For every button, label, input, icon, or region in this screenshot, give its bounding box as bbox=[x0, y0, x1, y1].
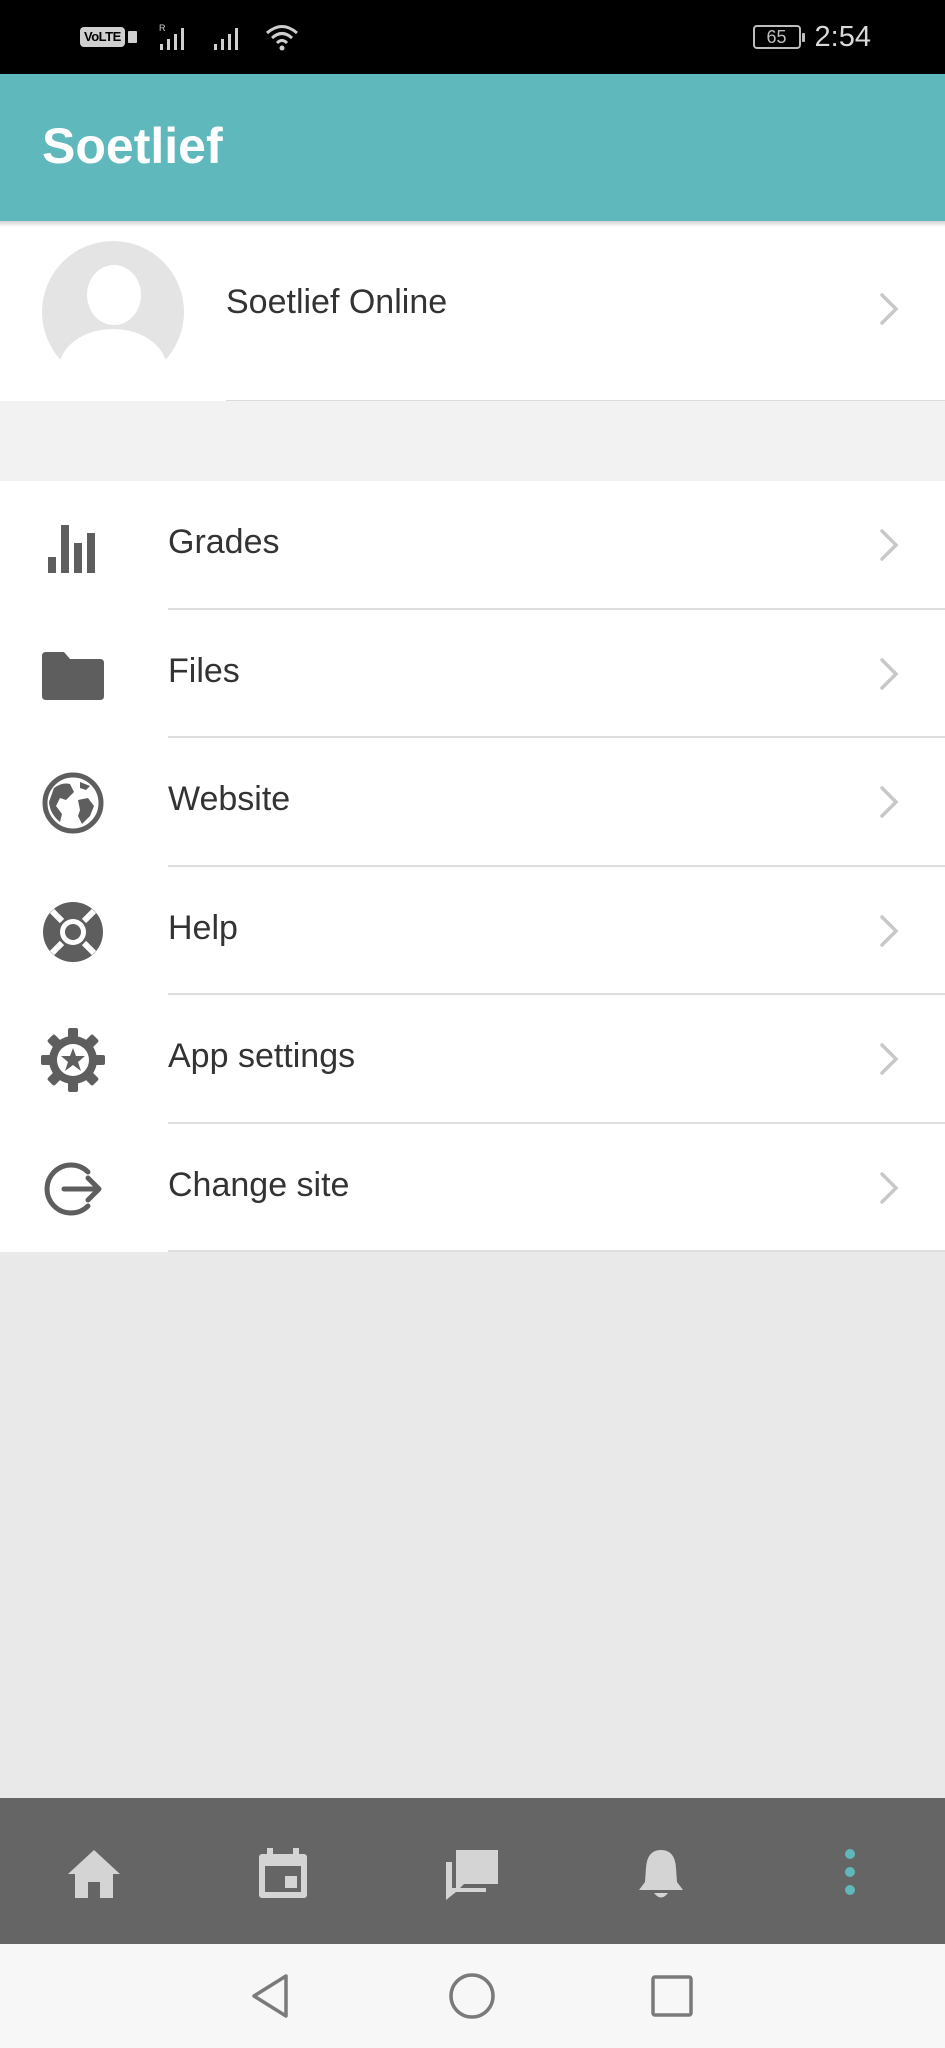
avatar-head bbox=[87, 265, 141, 325]
profile-name: Soetlief Online bbox=[226, 283, 448, 321]
section-spacer bbox=[0, 401, 945, 481]
menu-item-label: Change site bbox=[168, 1165, 350, 1204]
svg-text:R: R bbox=[159, 23, 166, 33]
bottom-tab-bar bbox=[0, 1798, 945, 1944]
bell-icon[interactable] bbox=[631, 1844, 691, 1904]
app-bar-shadow bbox=[0, 221, 945, 227]
user-profile-row[interactable]: Soetlief Online bbox=[0, 221, 945, 402]
menu-item-label: App settings bbox=[168, 1037, 356, 1075]
menu-list: Grades Files Website Help App settings C… bbox=[0, 481, 945, 1252]
chevron-right-icon bbox=[880, 657, 899, 690]
volte-indicator: VoLTE bbox=[80, 27, 137, 47]
wifi-icon bbox=[265, 25, 298, 51]
chevron-right-icon bbox=[880, 786, 899, 818]
home-circle-icon[interactable] bbox=[444, 1968, 500, 2024]
menu-item-files[interactable]: Files bbox=[0, 610, 945, 738]
messages-icon[interactable] bbox=[442, 1844, 502, 1904]
signal-strength-2-icon bbox=[213, 28, 238, 50]
system-navigation-bar bbox=[0, 1944, 945, 2048]
chevron-right-icon bbox=[880, 914, 899, 947]
chevron-right-icon bbox=[880, 293, 899, 325]
app-bar: Soetlief bbox=[0, 74, 945, 221]
recents-icon[interactable] bbox=[644, 1968, 700, 2024]
divider bbox=[168, 1250, 945, 1252]
gear-icon bbox=[41, 1028, 105, 1092]
menu-item-website[interactable]: Website bbox=[0, 738, 945, 867]
status-bar-right: 65 2:54 bbox=[752, 18, 871, 56]
menu-item-app-settings[interactable]: App settings bbox=[0, 995, 945, 1124]
avatar-body bbox=[59, 329, 167, 383]
more-vertical-icon[interactable] bbox=[820, 1844, 880, 1904]
life-ring-icon bbox=[43, 901, 103, 962]
back-icon[interactable] bbox=[242, 1968, 298, 2024]
screen: VoLTE R 65 2:54 Soetlief Soetlief Online… bbox=[0, 0, 945, 2048]
avatar bbox=[42, 241, 184, 383]
menu-item-label: Help bbox=[168, 908, 238, 947]
page-title: Soetlief bbox=[42, 118, 223, 174]
battery-indicator: 65 bbox=[752, 25, 805, 49]
menu-item-change-site[interactable]: Change site bbox=[0, 1124, 945, 1252]
chevron-right-icon bbox=[880, 529, 899, 561]
calendar-icon[interactable] bbox=[253, 1844, 313, 1904]
sign-out-icon bbox=[44, 1162, 102, 1215]
menu-item-label: Files bbox=[168, 651, 240, 690]
bar-chart-icon bbox=[48, 525, 95, 573]
menu-item-label: Website bbox=[168, 780, 291, 818]
battery-level: 65 bbox=[766, 27, 787, 47]
menu-item-label: Grades bbox=[168, 523, 280, 561]
volte-label: VoLTE bbox=[80, 27, 125, 47]
status-time: 2:54 bbox=[814, 20, 871, 53]
menu-item-grades[interactable]: Grades bbox=[0, 481, 945, 610]
sim-icon bbox=[127, 31, 137, 43]
status-bar: VoLTE R 65 2:54 bbox=[0, 0, 945, 74]
chevron-right-icon bbox=[880, 1043, 899, 1075]
globe-icon bbox=[42, 772, 104, 834]
folder-icon bbox=[42, 651, 104, 700]
menu-item-help[interactable]: Help bbox=[0, 867, 945, 995]
home-icon[interactable] bbox=[64, 1844, 124, 1904]
chevron-right-icon bbox=[880, 1171, 899, 1204]
signal-strength-icon: R bbox=[159, 23, 184, 50]
status-bar-left: VoLTE R bbox=[80, 20, 299, 54]
